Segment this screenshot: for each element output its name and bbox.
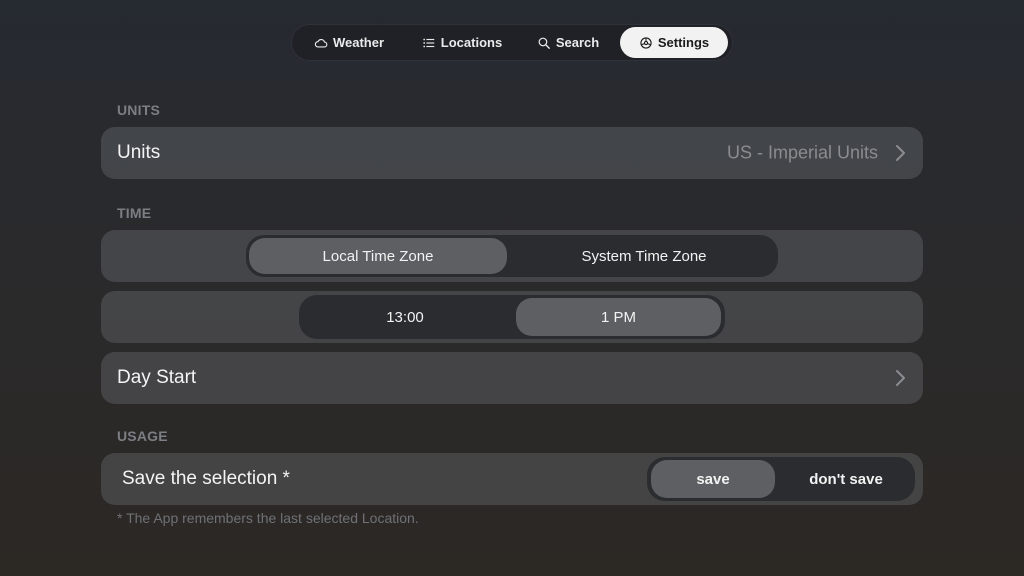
tab-settings-label: Settings <box>657 35 710 50</box>
chevron-right-icon <box>896 370 905 386</box>
day-start-label: Day Start <box>117 367 197 388</box>
timezone-segmented-control: Local Time Zone System Time Zone <box>246 235 778 277</box>
section-title-units: UNITS <box>117 102 160 118</box>
tab-settings[interactable]: Settings <box>620 27 728 58</box>
segment-24-hour[interactable]: 13:00 <box>302 298 508 336</box>
top-tab-bar: Weather Locations Search Settings <box>292 25 732 60</box>
segment-12-hour[interactable]: 1 PM <box>516 298 721 336</box>
tab-locations-label: Locations <box>440 35 503 50</box>
gear-icon <box>640 36 652 49</box>
tab-weather[interactable]: Weather <box>304 27 394 58</box>
segment-dont-save[interactable]: don't save <box>781 460 911 498</box>
usage-footnote: * The App remembers the last selected Lo… <box>117 510 419 526</box>
tab-weather-label: Weather <box>332 35 385 50</box>
units-label: Units <box>117 142 161 163</box>
segment-local-time-zone[interactable]: Local Time Zone <box>249 238 507 274</box>
cloud-icon <box>314 38 328 48</box>
time-format-segmented-control: 13:00 1 PM <box>299 295 725 339</box>
timezone-row: Local Time Zone System Time Zone <box>101 230 923 282</box>
segment-system-time-zone[interactable]: System Time Zone <box>514 238 774 274</box>
units-value: US - Imperial Units <box>726 142 878 163</box>
segment-save[interactable]: save <box>651 460 775 498</box>
tab-locations[interactable]: Locations <box>414 27 510 58</box>
section-title-time: TIME <box>117 205 152 221</box>
day-start-row[interactable]: Day Start <box>101 352 923 404</box>
save-selection-label: Save the selection * <box>122 468 290 489</box>
tab-search-label: Search <box>555 35 600 50</box>
time-format-row: 13:00 1 PM <box>101 291 923 343</box>
list-icon <box>423 38 435 47</box>
tab-search[interactable]: Search <box>530 27 606 58</box>
units-row[interactable]: Units US - Imperial Units <box>101 127 923 179</box>
save-segmented-control: save don't save <box>647 457 915 501</box>
save-selection-row: Save the selection * save don't save <box>101 453 923 505</box>
chevron-right-icon <box>896 145 905 161</box>
search-icon <box>538 37 550 49</box>
section-title-usage: USAGE <box>117 428 168 444</box>
